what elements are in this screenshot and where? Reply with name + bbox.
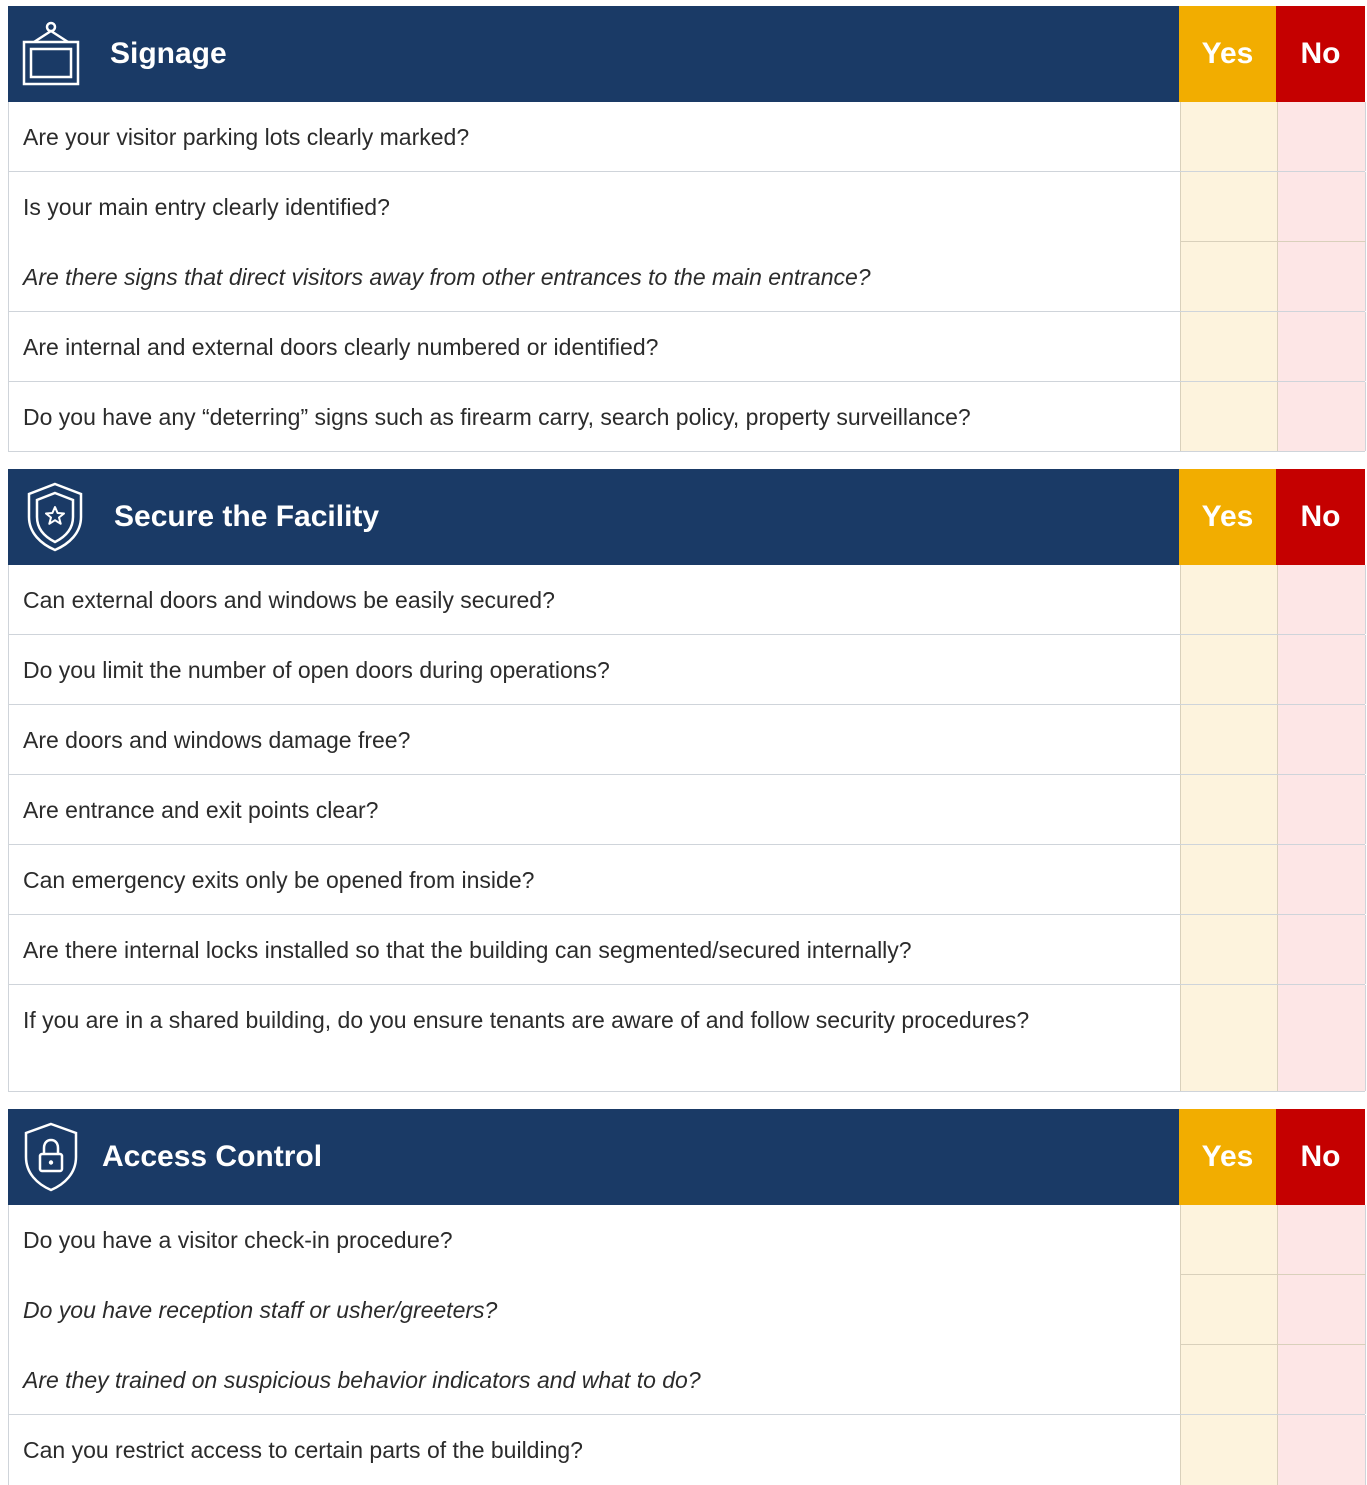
section-title: Signage (110, 37, 227, 70)
section-header: Secure the Facility Yes No (8, 469, 1365, 565)
question-text: Can emergency exits only be opened from … (23, 867, 535, 893)
no-checkbox-cell[interactable] (1277, 242, 1366, 311)
yes-checkbox-cell[interactable] (1180, 915, 1277, 984)
question-row: Can emergency exits only be opened from … (8, 845, 1366, 915)
yes-checkbox-cell[interactable] (1180, 565, 1277, 634)
yes-checkbox-cell[interactable] (1180, 382, 1277, 451)
yes-checkbox-cell[interactable] (1180, 1415, 1277, 1485)
no-checkbox-cell[interactable] (1277, 102, 1366, 171)
no-checkbox-cell[interactable] (1277, 1275, 1366, 1345)
no-column-header: No (1276, 469, 1365, 565)
section-access-control: Access Control Yes No Do you have a visi… (8, 1109, 1366, 1485)
section-signage: Signage Yes No Are your visitor parking … (8, 6, 1366, 452)
question-row: Are internal and external doors clearly … (8, 312, 1366, 382)
yes-checkbox-cell[interactable] (1180, 1275, 1277, 1345)
question-text: Do you have any “deterring” signs such a… (23, 404, 971, 430)
question-row: Do you have reception staff or usher/gre… (8, 1275, 1366, 1345)
section-header: Signage Yes No (8, 6, 1365, 102)
question-row: Are entrance and exit points clear? (8, 775, 1366, 845)
section-secure-facility: Secure the Facility Yes No Can external … (8, 469, 1366, 1092)
no-checkbox-cell[interactable] (1277, 845, 1366, 914)
yes-checkbox-cell[interactable] (1180, 312, 1277, 381)
no-checkbox-cell[interactable] (1277, 1415, 1366, 1485)
question-text: Do you have a visitor check-in procedure… (23, 1227, 453, 1253)
question-row: Is your main entry clearly identified? (8, 172, 1366, 242)
sub-question-text: Are there signs that direct visitors awa… (23, 264, 871, 290)
section-title: Access Control (102, 1140, 323, 1173)
question-row: Are there signs that direct visitors awa… (8, 242, 1366, 312)
sub-question-text: Are they trained on suspicious behavior … (23, 1367, 701, 1393)
yes-checkbox-cell[interactable] (1180, 1345, 1277, 1414)
question-text: Is your main entry clearly identified? (23, 194, 390, 220)
no-checkbox-cell[interactable] (1277, 1205, 1366, 1275)
no-checkbox-cell[interactable] (1277, 1345, 1366, 1414)
no-checkbox-cell[interactable] (1277, 635, 1366, 704)
yes-checkbox-cell[interactable] (1180, 102, 1277, 171)
question-text: Are your visitor parking lots clearly ma… (23, 124, 470, 150)
question-row: Can you restrict access to certain parts… (8, 1415, 1366, 1485)
framed-sign-icon (20, 20, 82, 93)
question-row: If you are in a shared building, do you … (8, 985, 1366, 1092)
yes-checkbox-cell[interactable] (1180, 705, 1277, 774)
yes-checkbox-cell[interactable] (1180, 1205, 1277, 1275)
yes-checkbox-cell[interactable] (1180, 985, 1277, 1091)
question-row: Are doors and windows damage free? (8, 705, 1366, 775)
shield-lock-icon (22, 1121, 80, 1198)
yes-checkbox-cell[interactable] (1180, 242, 1277, 311)
question-text: Are doors and windows damage free? (23, 727, 411, 753)
question-row: Are your visitor parking lots clearly ma… (8, 102, 1366, 172)
question-text: Are internal and external doors clearly … (23, 334, 659, 360)
question-text: If you are in a shared building, do you … (23, 1007, 1030, 1033)
question-text: Are there internal locks installed so th… (23, 937, 912, 963)
no-checkbox-cell[interactable] (1277, 312, 1366, 381)
question-row: Are they trained on suspicious behavior … (8, 1345, 1366, 1415)
yes-column-header: Yes (1179, 469, 1276, 565)
shield-star-icon (24, 481, 86, 558)
yes-checkbox-cell[interactable] (1180, 845, 1277, 914)
yes-checkbox-cell[interactable] (1180, 775, 1277, 844)
question-row: Do you have any “deterring” signs such a… (8, 382, 1366, 452)
yes-column-header: Yes (1179, 6, 1276, 102)
section-title: Secure the Facility (114, 500, 380, 533)
no-checkbox-cell[interactable] (1277, 985, 1366, 1091)
no-checkbox-cell[interactable] (1277, 915, 1366, 984)
question-text: Can external doors and windows be easily… (23, 587, 555, 613)
no-checkbox-cell[interactable] (1277, 705, 1366, 774)
no-checkbox-cell[interactable] (1277, 382, 1366, 451)
no-checkbox-cell[interactable] (1277, 565, 1366, 634)
question-row: Can external doors and windows be easily… (8, 565, 1366, 635)
no-column-header: No (1276, 1109, 1365, 1205)
section-header: Access Control Yes No (8, 1109, 1365, 1205)
question-row: Do you limit the number of open doors du… (8, 635, 1366, 705)
no-checkbox-cell[interactable] (1277, 172, 1366, 242)
question-text: Are entrance and exit points clear? (23, 797, 379, 823)
question-text: Can you restrict access to certain parts… (23, 1437, 583, 1463)
yes-checkbox-cell[interactable] (1180, 172, 1277, 242)
question-row: Are there internal locks installed so th… (8, 915, 1366, 985)
no-checkbox-cell[interactable] (1277, 775, 1366, 844)
question-row: Do you have a visitor check-in procedure… (8, 1205, 1366, 1275)
yes-checkbox-cell[interactable] (1180, 635, 1277, 704)
question-text: Do you limit the number of open doors du… (23, 657, 610, 683)
yes-column-header: Yes (1179, 1109, 1276, 1205)
sub-question-text: Do you have reception staff or usher/gre… (23, 1297, 498, 1323)
no-column-header: No (1276, 6, 1365, 102)
